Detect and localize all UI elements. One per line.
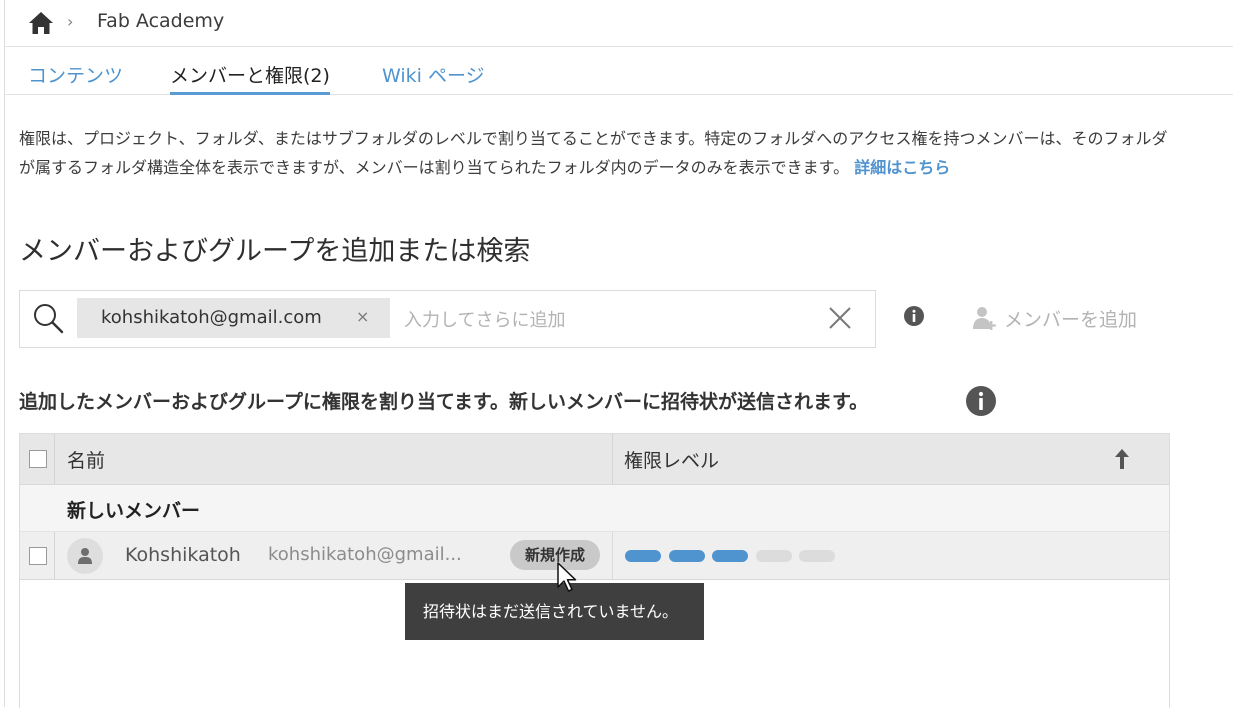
user-icon [78,548,92,564]
add-user-icon [973,307,996,330]
chip-email: kohshikatoh@gmail.com [101,307,322,328]
home-icon[interactable] [27,10,55,36]
group-label: 新しいメンバー [67,500,201,522]
permission-level-segment[interactable] [625,550,661,562]
member-name: Kohshikatoh [125,544,241,566]
column-divider [612,434,613,484]
member-email: kohshikatoh@gmail... [268,544,462,565]
chip-remove-icon[interactable]: × [356,307,369,326]
sort-ascending-icon[interactable] [1113,447,1131,471]
avatar [67,538,103,574]
permission-level-segment[interactable] [712,550,748,562]
info-icon[interactable] [965,385,997,417]
select-all-checkbox[interactable] [29,450,47,468]
table-row[interactable]: Kohshikatoh kohshikatoh@gmail... 新規作成 [20,532,1169,580]
info-icon[interactable] [903,305,925,327]
selected-member-chip: kohshikatoh@gmail.com × [77,298,390,338]
permission-level-segment[interactable] [668,550,705,562]
column-divider [54,532,55,579]
close-icon[interactable] [828,306,852,330]
learn-more-link[interactable]: 詳細はこちら [854,158,950,177]
project-title[interactable]: Fab Academy [97,10,224,32]
members-table: 名前 権限レベル 新しいメンバー Kohshikatoh kohshikatoh… [19,433,1170,708]
breadcrumb: › Fab Academy [5,0,1233,47]
assign-permissions-text: 追加したメンバーおよびグループに権限を割り当てます。新しいメンバーに招待状が送信… [19,391,869,413]
row-checkbox[interactable] [29,547,47,565]
page-left-border [4,0,5,707]
tab-contents[interactable]: コンテンツ [28,61,123,88]
column-divider [612,532,613,579]
tab-wiki[interactable]: Wiki ページ [382,61,485,88]
tooltip: 招待状はまだ送信されていません。 [405,583,704,640]
tab-bar: コンテンツ メンバーと権限(2) Wiki ページ [5,47,1233,95]
search-icon [34,304,64,334]
tab-members-permissions[interactable]: メンバーと権限(2) [170,61,330,95]
member-search-box[interactable]: kohshikatoh@gmail.com × [19,290,876,348]
header-permission-level[interactable]: 権限レベル [624,446,719,473]
permission-description: 権限は、プロジェクト、フォルダ、またはサブフォルダのレベルで割り当てることができ… [19,124,1179,182]
search-input[interactable] [402,305,806,335]
status-badge[interactable]: 新規作成 [510,540,600,570]
permission-level-segment[interactable] [755,550,792,562]
mouse-cursor-icon [557,562,577,592]
add-member-label: メンバーを追加 [1004,309,1138,331]
section-title: メンバーおよびグループを追加または検索 [19,236,531,267]
chevron-right-icon: › [67,12,74,31]
table-header: 名前 権限レベル [20,434,1169,485]
header-name[interactable]: 名前 [67,446,105,473]
permission-level-segment[interactable] [799,550,835,562]
group-new-members: 新しいメンバー [20,485,1169,532]
description-text: 権限は、プロジェクト、フォルダ、またはサブフォルダのレベルで割り当てることができ… [19,129,1168,177]
column-divider [54,434,55,484]
